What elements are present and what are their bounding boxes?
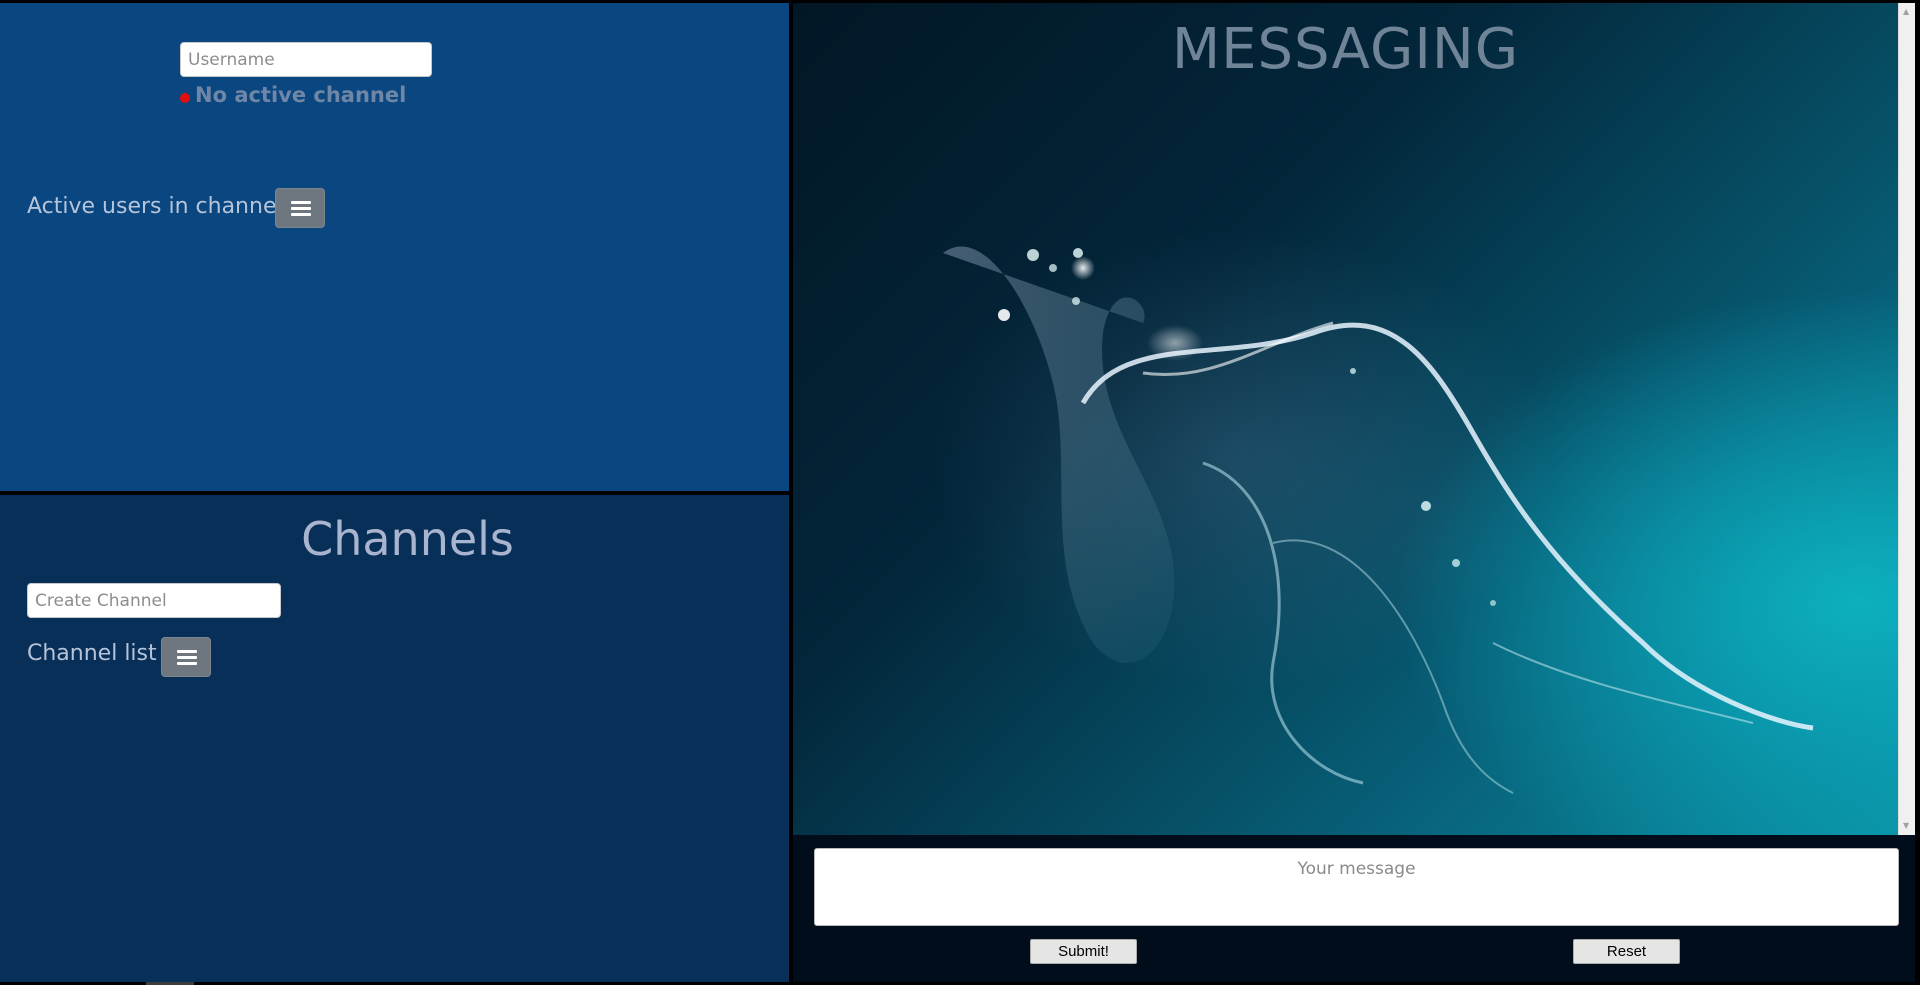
submit-button[interactable]: Submit! [1030, 939, 1137, 964]
channel-list-label: Channel list [27, 641, 157, 666]
status-dot-icon [180, 93, 190, 103]
active-users-menu-button[interactable] [275, 188, 325, 228]
scroll-up-arrow-icon[interactable]: ▲ [1903, 8, 1909, 16]
message-composer: Submit! Reset [793, 835, 1915, 982]
messaging-title: MESSAGING [1171, 17, 1520, 82]
abstract-swirl-artwork [943, 246, 1814, 794]
scroll-down-arrow-icon[interactable]: ▼ [1903, 822, 1909, 830]
create-channel-input[interactable] [27, 583, 281, 618]
message-input[interactable] [814, 848, 1899, 926]
messaging-panel: MESSAGING ▲ ▼ [793, 3, 1915, 835]
channel-list-menu-button[interactable] [161, 637, 211, 677]
active-users-label: Active users in channel [27, 194, 283, 219]
reset-button[interactable]: Reset [1573, 939, 1680, 964]
username-input[interactable] [180, 42, 432, 77]
channel-status-text: No active channel [195, 83, 407, 107]
channels-panel: Channels Channel list [0, 495, 789, 982]
user-panel: No active channel Active users in channe… [0, 3, 789, 491]
channels-title: Channels [301, 512, 514, 566]
messages-scrollbar[interactable]: ▲ ▼ [1898, 3, 1915, 835]
